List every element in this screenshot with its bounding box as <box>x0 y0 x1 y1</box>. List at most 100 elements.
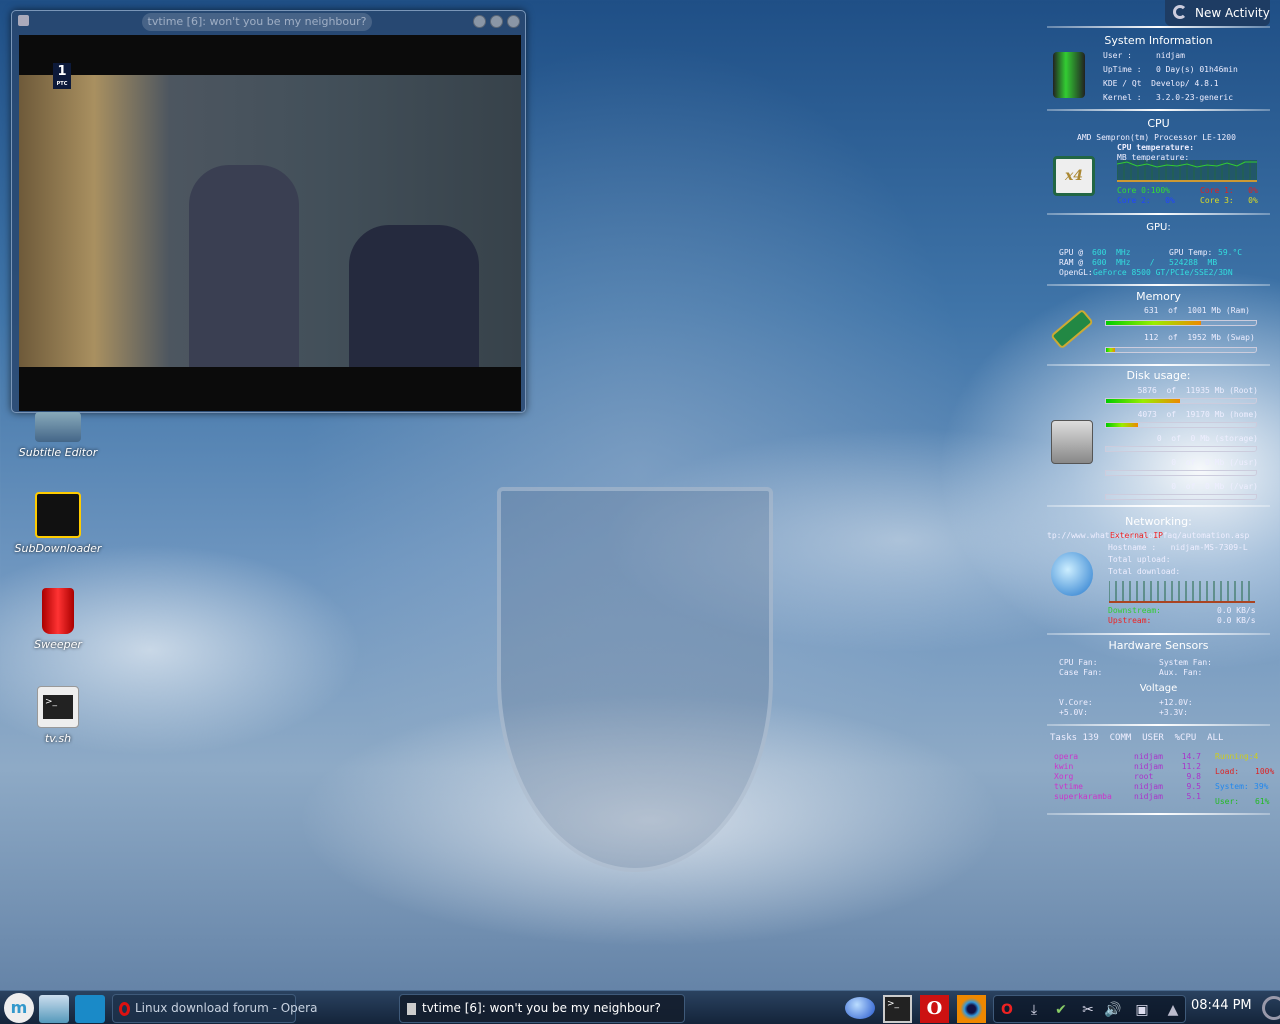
computer-tower-icon <box>1053 52 1085 98</box>
subdownloader-icon <box>35 492 81 538</box>
cpu-fan: CPU Fan: <box>1059 658 1098 667</box>
divider <box>1047 213 1270 215</box>
running-count: Running:4 <box>1215 752 1259 761</box>
tvtime-window[interactable]: tvtime [6]: won't you be my neighbour? 1… <box>11 10 526 413</box>
gpu-clock-label: GPU @ <box>1059 248 1084 257</box>
task-label: Linux download forum - Opera <box>135 1001 318 1015</box>
gpu-title: GPU: <box>1146 222 1171 233</box>
pidgin-icon[interactable] <box>845 997 875 1019</box>
divider <box>1047 505 1270 507</box>
sensors-title: Hardware Sensors <box>1108 639 1209 652</box>
superkaramba-system-monitor: System Information User : nidjam UpTime … <box>1047 0 1274 820</box>
voltage-5v: +5.0V: <box>1059 708 1088 717</box>
tvtime-launcher-icon[interactable] <box>957 995 986 1023</box>
divider <box>1047 364 1270 366</box>
terminal-script-icon: >_ <box>43 695 73 719</box>
wireshark-launcher-icon[interactable] <box>75 995 105 1023</box>
desktop-icon-tv-sh[interactable]: >_ tv.sh <box>8 686 108 745</box>
gpu-ram-clock: 600 MHz / <box>1092 258 1155 267</box>
disk-usage-text: 0 of 0 Mb (storage) <box>1156 434 1258 443</box>
task-user: nidjam <box>1134 792 1163 801</box>
task-comm: opera <box>1054 752 1079 761</box>
opengl-renderer: GeForce 8500 GT/PCIe/SSE2/3DN <box>1093 268 1233 277</box>
disk-usage-bar <box>1105 494 1257 500</box>
voltage-3v3: +3.3V: <box>1159 708 1188 717</box>
task-tvtime[interactable]: tvtime [6]: won't you be my neighbour? <box>399 994 685 1023</box>
user-label: User: <box>1215 797 1240 806</box>
task-comm: superkaramba <box>1054 792 1112 801</box>
task-user: nidjam <box>1134 782 1163 791</box>
tasks-header: Tasks 139 COMM USER %CPU ALL <box>1050 733 1224 743</box>
total-upload: Total upload: <box>1108 555 1171 564</box>
cpu-load-graph <box>1117 160 1257 182</box>
subtitle-editor-icon <box>35 412 81 442</box>
desktop-icon-sweeper[interactable]: Sweeper <box>8 588 108 651</box>
ram-usage-bar <box>1105 320 1257 326</box>
sysinfo-uptime: UpTime : 0 Day(s) 01h46min <box>1103 65 1238 74</box>
channel-logo: 1 РТС <box>53 63 71 89</box>
core0-usage: Core 0:100% <box>1117 186 1170 195</box>
window-title: tvtime [6]: won't you be my neighbour? <box>142 13 372 31</box>
wallpaper-shield <box>497 487 773 872</box>
application-launcher-button[interactable]: m <box>4 993 34 1023</box>
icon-label: Subtitle Editor <box>18 446 98 459</box>
sweeper-trash-icon <box>42 588 74 634</box>
window-menu-icon[interactable] <box>18 15 29 26</box>
task-user: nidjam <box>1134 752 1163 761</box>
show-hidden-icons-arrow-icon[interactable]: ▲ <box>1164 1001 1182 1019</box>
security-shield-icon[interactable]: ✔ <box>1052 1001 1070 1019</box>
load-label: Load: <box>1215 767 1240 776</box>
task-user: root <box>1134 772 1154 781</box>
close-button[interactable] <box>507 15 520 28</box>
task-cpu: 11.2 <box>1181 762 1201 771</box>
core1-usage: Core 1: 0% <box>1200 186 1258 195</box>
icon-label: Sweeper <box>34 638 82 651</box>
desktop-icon-subtitle-editor[interactable]: Subtitle Editor <box>8 412 108 459</box>
core2-usage: Core 2: 0% <box>1117 196 1175 205</box>
task-opera[interactable]: Linux download forum - Opera <box>112 994 317 1023</box>
activity-manager-icon[interactable] <box>1262 996 1280 1020</box>
system-value: 39% <box>1254 782 1269 791</box>
task-comm: Xorg <box>1054 772 1074 781</box>
task-comm: kwin <box>1054 762 1074 771</box>
load-value: 100% <box>1255 767 1275 776</box>
task-cpu: 5.1 <box>1186 792 1201 801</box>
scissors-klipper-icon[interactable]: ✂ <box>1079 1001 1097 1019</box>
divider <box>1047 633 1270 635</box>
swap-usage-text: 112 of 1952 Mb (Swap) <box>1144 333 1255 342</box>
opera-tray-icon[interactable]: O <box>998 1001 1016 1019</box>
voltage-12v: +12.0V: <box>1159 698 1193 707</box>
gpu-temp: 59.°C <box>1218 248 1243 257</box>
icon-label: SubDownloader <box>14 542 102 555</box>
task-cpu: 9.5 <box>1186 782 1201 791</box>
disk-usage-bar <box>1105 398 1257 404</box>
network-title: Networking: <box>1125 515 1192 528</box>
tvtime-icon <box>407 1003 416 1015</box>
volume-icon[interactable]: 🔊 <box>1104 1001 1122 1019</box>
kwrite-launcher-icon[interactable] <box>39 995 69 1023</box>
ram-module-icon <box>1050 308 1094 350</box>
network-connection-icon[interactable]: ▣ <box>1133 1001 1151 1019</box>
clock[interactable]: 08:44 PM <box>1191 998 1252 1013</box>
minimize-button[interactable] <box>473 15 486 28</box>
opera-icon <box>119 1002 130 1016</box>
desktop-icon-subdownloader[interactable]: SubDownloader <box>8 492 108 555</box>
sysinfo-user: User : nidjam <box>1103 51 1185 60</box>
disk-usage-bar <box>1105 470 1257 476</box>
system-tray: O ⤓ ✔ ✂ 🔊 ▣ ▲ <box>993 995 1186 1023</box>
konsole-icon[interactable]: >_ <box>883 995 912 1023</box>
cpu-title: CPU <box>1147 117 1170 130</box>
tv-picture <box>19 75 521 367</box>
opera-launcher-icon[interactable]: O <box>920 995 949 1023</box>
video-area[interactable]: 1 РТС <box>19 35 521 411</box>
core3-usage: Core 3: 0% <box>1200 196 1258 205</box>
user-value: 61% <box>1255 797 1270 806</box>
swap-usage-bar <box>1105 347 1257 353</box>
disk-usage-bar <box>1105 422 1257 428</box>
disk-title: Disk usage: <box>1126 369 1191 382</box>
sysinfo-kde: KDE / Qt Develop/ 4.8.1 <box>1103 79 1219 88</box>
download-icon[interactable]: ⤓ <box>1025 1001 1043 1019</box>
task-cpu: 14.7 <box>1181 752 1201 761</box>
maximize-button[interactable] <box>490 15 503 28</box>
divider <box>1047 26 1270 28</box>
